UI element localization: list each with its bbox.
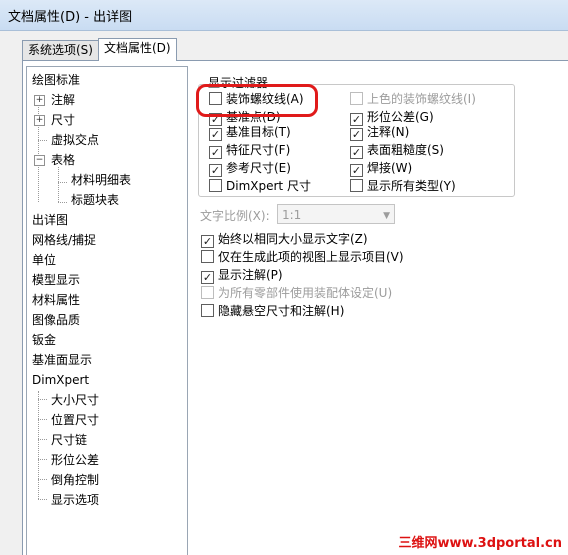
checkbox-box[interactable] bbox=[201, 250, 214, 263]
checkbox-box[interactable] bbox=[209, 128, 222, 141]
checkbox-box[interactable] bbox=[350, 179, 363, 192]
tree-item-location-dimension[interactable]: 位置尺寸 bbox=[51, 412, 99, 428]
tree-item-sheet-metal[interactable]: 钣金 bbox=[32, 332, 56, 348]
checkbox-surface-finishes[interactable]: 表面粗糙度(S) bbox=[350, 142, 444, 159]
text-scale-label: 文字比例(X): bbox=[200, 209, 270, 223]
tree-item-size-dimension[interactable]: 大小尺寸 bbox=[51, 392, 99, 408]
checkbox-box[interactable] bbox=[209, 146, 222, 159]
tree-item-chain-dimension[interactable]: 尺寸链 bbox=[51, 432, 87, 448]
checkbox-box[interactable] bbox=[201, 304, 214, 317]
watermark: 三维网www.3dportal.cn bbox=[398, 536, 562, 551]
checkbox-shaded-cosmetic-thread[interactable]: 上色的装饰螺纹线(I) bbox=[350, 91, 476, 107]
checkbox-box[interactable] bbox=[350, 92, 363, 105]
tree-item-units[interactable]: 单位 bbox=[32, 252, 56, 268]
tree-expander-tables[interactable]: − bbox=[34, 155, 45, 166]
checkbox-notes[interactable]: 注释(N) bbox=[350, 124, 409, 141]
checkbox-display-in-created-view[interactable]: 仅在生成此项的视图上显示项目(V) bbox=[201, 249, 404, 265]
window-title: 文档属性(D) - 出详图 bbox=[8, 10, 133, 25]
tree-expander-dimensions[interactable]: + bbox=[34, 115, 45, 126]
checkbox-hide-dangling[interactable]: 隐藏悬空尺寸和注解(H) bbox=[201, 303, 344, 319]
tree-item-dimensions[interactable]: 尺寸 bbox=[51, 112, 75, 128]
tree-item-virtual-sharps[interactable]: 虚拟交点 bbox=[51, 132, 99, 148]
tree-item-chamfer-controls[interactable]: 倒角控制 bbox=[51, 472, 99, 488]
highlight-annotation bbox=[196, 84, 318, 117]
text-scale-select[interactable]: 1:1 ▼ bbox=[277, 204, 395, 224]
checkbox-display-all-types[interactable]: 显示所有类型(Y) bbox=[350, 178, 456, 194]
checkbox-welds[interactable]: 焊接(W) bbox=[350, 160, 412, 177]
title-bar: 文档属性(D) - 出详图 bbox=[0, 0, 568, 31]
tree-item-geometric-tolerance[interactable]: 形位公差 bbox=[51, 452, 99, 468]
checkbox-box[interactable] bbox=[201, 235, 214, 248]
tree-item-display-options[interactable]: 显示选项 bbox=[51, 492, 99, 508]
tree-item-plane-display[interactable]: 基准面显示 bbox=[32, 352, 92, 368]
tree-item-material-properties[interactable]: 材料属性 bbox=[32, 292, 80, 308]
checkbox-box[interactable] bbox=[201, 286, 214, 299]
tree-item-image-quality[interactable]: 图像品质 bbox=[32, 312, 80, 328]
checkbox-datum-targets[interactable]: 基准目标(T) bbox=[209, 124, 291, 141]
tree-item-title-block-table[interactable]: 标题块表 bbox=[71, 192, 119, 208]
checkbox-box[interactable] bbox=[350, 146, 363, 159]
tree-item-bom[interactable]: 材料明细表 bbox=[71, 172, 131, 188]
checkbox-box[interactable] bbox=[209, 164, 222, 177]
tree-item-notes[interactable]: 注解 bbox=[51, 92, 75, 108]
tree-item-grid-snap[interactable]: 网格线/捕捉 bbox=[32, 232, 96, 248]
checkbox-box[interactable] bbox=[201, 271, 214, 284]
checkbox-use-assembly-setting[interactable]: 为所有零部件使用装配体设定(U) bbox=[201, 285, 392, 301]
checkbox-box[interactable] bbox=[209, 179, 222, 192]
checkbox-display-annotations[interactable]: 显示注解(P) bbox=[201, 267, 283, 284]
tree-item-detailing[interactable]: 出详图 bbox=[32, 212, 68, 228]
tab-system-options[interactable]: 系统选项(S) bbox=[22, 40, 99, 60]
tree-expander-notes[interactable]: + bbox=[34, 95, 45, 106]
checkbox-reference-dimensions[interactable]: 参考尺寸(E) bbox=[209, 160, 291, 177]
tree-item-dimxpert[interactable]: DimXpert bbox=[32, 372, 89, 388]
tab-document-properties[interactable]: 文档属性(D) bbox=[98, 38, 177, 61]
tree-item-drafting-standard[interactable]: 绘图标准 bbox=[32, 72, 80, 88]
tree-item-tables[interactable]: 表格 bbox=[51, 152, 75, 168]
properties-tree: + + − 绘图标准 注解 尺寸 虚拟交点 表格 材料明细表 标题块表 出详图 … bbox=[26, 66, 188, 555]
checkbox-box[interactable] bbox=[350, 164, 363, 177]
checkbox-feature-dimensions[interactable]: 特征尺寸(F) bbox=[209, 142, 290, 159]
checkbox-dimxpert-dimensions[interactable]: DimXpert 尺寸 bbox=[209, 178, 311, 194]
tree-item-model-display[interactable]: 模型显示 bbox=[32, 272, 80, 288]
checkbox-same-size-text[interactable]: 始终以相同大小显示文字(Z) bbox=[201, 231, 368, 248]
chevron-down-icon: ▼ bbox=[383, 211, 390, 221]
checkbox-box[interactable] bbox=[350, 128, 363, 141]
